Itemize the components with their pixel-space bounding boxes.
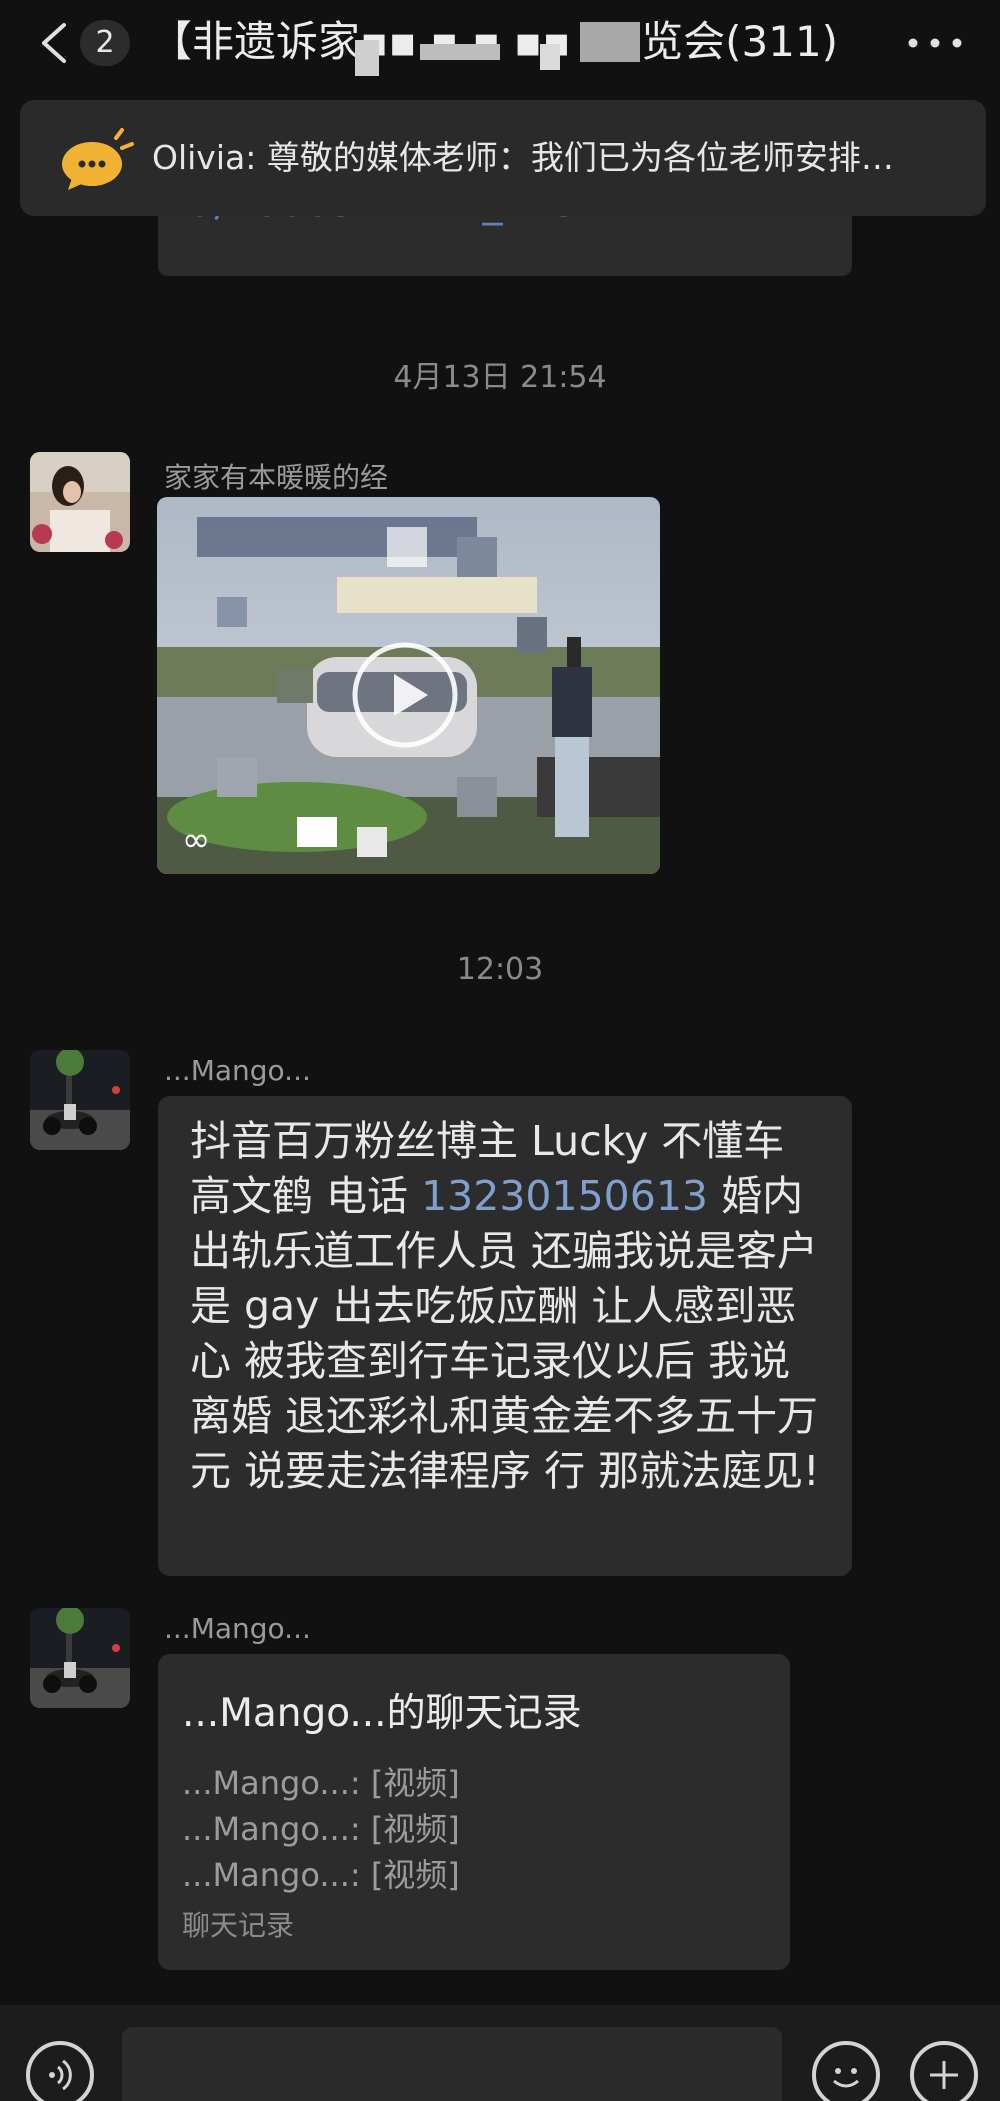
more-actions-button[interactable] [910,2041,978,2101]
title-censor-block [540,44,560,70]
message-text-input[interactable] [122,2027,782,2101]
title-censor-block [580,22,640,62]
text-message-bubble[interactable]: 抖音百万粉丝博主 Lucky 不懂车 高文鹤 电话 13230150613 婚内… [158,1096,852,1576]
chat-record-line: ...Mango...: [视频] [182,1764,460,1802]
message-timestamp: 4月13日 21:54 [393,360,607,395]
group-announcement-bar[interactable]: Olivia: 尊敬的媒体老师：我们已为各位老师安排… [20,100,986,216]
unread-count-badge[interactable]: 2 [80,20,130,66]
sender-avatar[interactable] [30,452,130,552]
group-chat-title[interactable]: 【非遗诉家▪▪ ▪ ▪ ▪▪ ▪▪览会(311) [150,14,870,70]
chat-record-footer: 聊天记录 [182,1909,295,1942]
chat-record-card[interactable]: ...Mango...的聊天记录 ...Mango...: [视频] ...Ma… [158,1654,790,1970]
sender-name: ...Mango... [164,1612,311,1645]
voice-icon [49,2059,72,2091]
emoji-button[interactable] [812,2041,880,2101]
emoji-icon [833,2068,859,2088]
message-timestamp: 12:03 [456,952,544,987]
message-text: 抖音百万粉丝博主 Lucky 不懂车 高文鹤 电话 13230150613 婚内… [190,1114,820,1499]
sender-avatar[interactable] [30,1608,130,1708]
voice-input-button[interactable] [26,2041,94,2101]
back-arrow-icon[interactable] [38,22,70,64]
more-options-icon[interactable] [908,38,962,48]
chat-record-line: ...Mango...: [视频] [182,1856,460,1894]
plus-icon [930,2061,958,2089]
video-play-icon[interactable] [350,640,460,750]
sender-avatar[interactable] [30,1050,130,1150]
sender-name: ...Mango... [164,1054,311,1087]
phone-number-link[interactable]: 13230150613 [421,1172,708,1220]
chat-record-title: ...Mango...的聊天记录 [182,1691,582,1736]
announcement-speaker-icon [62,128,134,190]
announcement-text: Olivia: 尊敬的媒体老师：我们已为各位老师安排… [152,138,894,177]
title-censor-block [420,44,500,60]
app-watermark-icon: ∞ [182,820,211,860]
chat-header: 2 【非遗诉家▪▪ ▪ ▪ ▪▪ ▪▪览会(311) [0,0,1000,90]
title-censor-block [355,40,379,76]
message-text-part: 婚内出轨乐道工作人员 还骗我说是客户是 gay 出去吃饭应酬 让人感到恶心 被我… [190,1172,820,1495]
message-input-bar [0,2005,1000,2101]
sender-name: 家家有本暖暖的经 [164,461,389,494]
chat-record-line: ...Mango...: [视频] [182,1810,460,1848]
